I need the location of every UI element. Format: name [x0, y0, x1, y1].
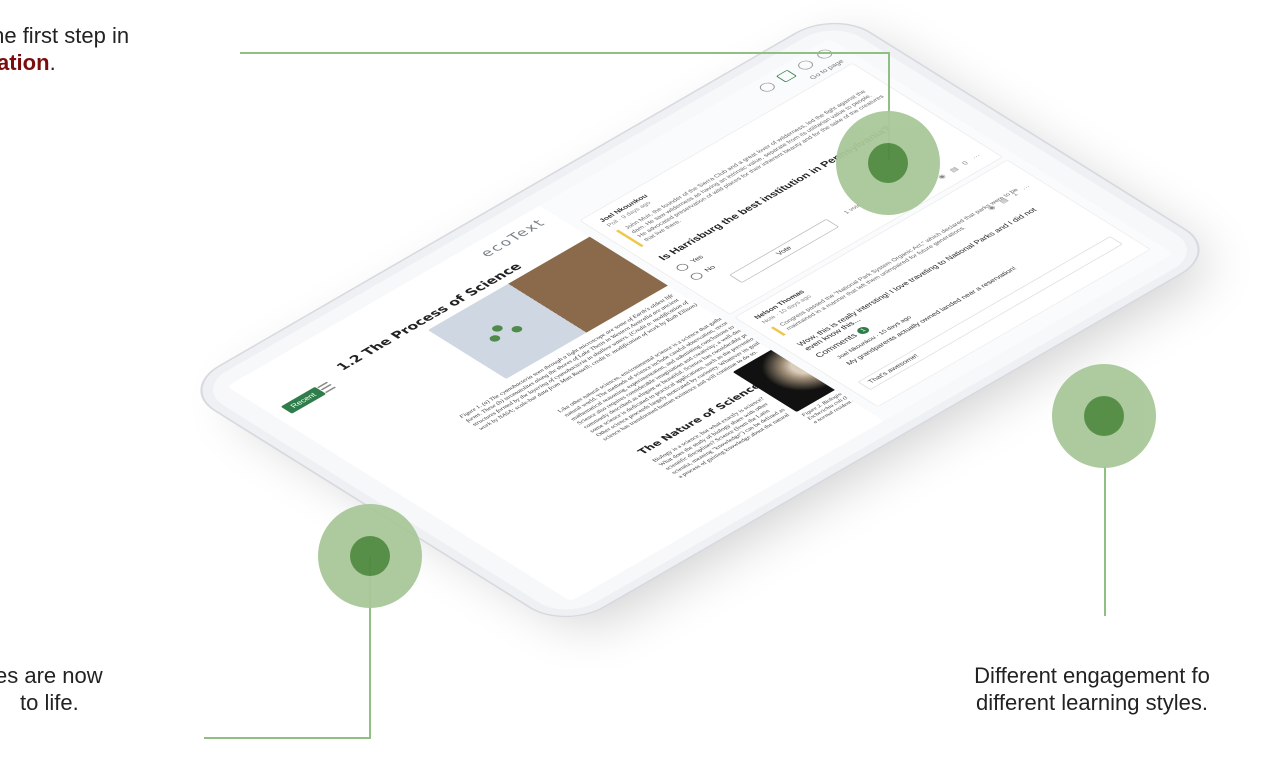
callout-top-highlight: zation — [0, 50, 50, 75]
poll-option-label: Yes — [688, 253, 706, 265]
callout-top-line1: the first step in — [0, 23, 130, 48]
search-icon[interactable] — [756, 80, 778, 94]
cell-dot — [487, 333, 503, 343]
hotspot-core — [350, 536, 390, 576]
bookmark-icon[interactable] — [795, 58, 817, 72]
settings-icon[interactable] — [814, 47, 836, 61]
recent-button[interactable]: Recent — [280, 387, 326, 414]
callout-br-line2: different learning styles. — [976, 690, 1208, 715]
hotspot-core — [868, 143, 908, 183]
post-actions: ◉ ▤ 0 ··· — [936, 153, 983, 180]
comments-badge: 1 — [855, 325, 872, 336]
callout-br-line1: Different engagement fo — [974, 663, 1210, 688]
callout-bl-line2: to life. — [20, 690, 79, 715]
callout-bl-line1: ces are now — [0, 663, 103, 688]
hotspot-core — [1084, 396, 1124, 436]
comment-icon[interactable]: ▤ — [948, 166, 960, 173]
callout-bottom-left: ces are now to life. — [0, 662, 103, 716]
more-icon[interactable]: ··· — [970, 153, 983, 161]
comment-count: 0 — [960, 160, 971, 167]
leader-line-top-horizontal — [240, 52, 890, 54]
cell-dot — [489, 323, 505, 333]
cell-dot — [509, 324, 525, 334]
callout-top-suffix: . — [49, 50, 56, 75]
post-actions: ◉ ▤ 1 ··· — [986, 184, 1033, 211]
callout-top: the first step in zation. — [0, 22, 129, 76]
leader-line-bl-horizontal — [204, 737, 371, 739]
radio-icon[interactable] — [688, 271, 706, 282]
radio-icon[interactable] — [674, 262, 691, 273]
hotspot-bottom-left[interactable] — [318, 504, 422, 608]
poll-option-no[interactable]: No — [688, 264, 718, 282]
cyanobacteria-cells — [480, 316, 533, 348]
callout-top-line2: zation. — [0, 49, 129, 76]
hotspot-bottom-right[interactable] — [1052, 364, 1156, 468]
callout-bottom-right: Different engagement fo different learni… — [912, 662, 1267, 716]
poll-option-label: No — [702, 264, 718, 273]
hotspot-top[interactable] — [836, 111, 940, 215]
leader-line-br-vertical — [1104, 466, 1106, 616]
brand-logo: ecoText — [476, 216, 550, 260]
notes-icon[interactable] — [775, 69, 797, 83]
